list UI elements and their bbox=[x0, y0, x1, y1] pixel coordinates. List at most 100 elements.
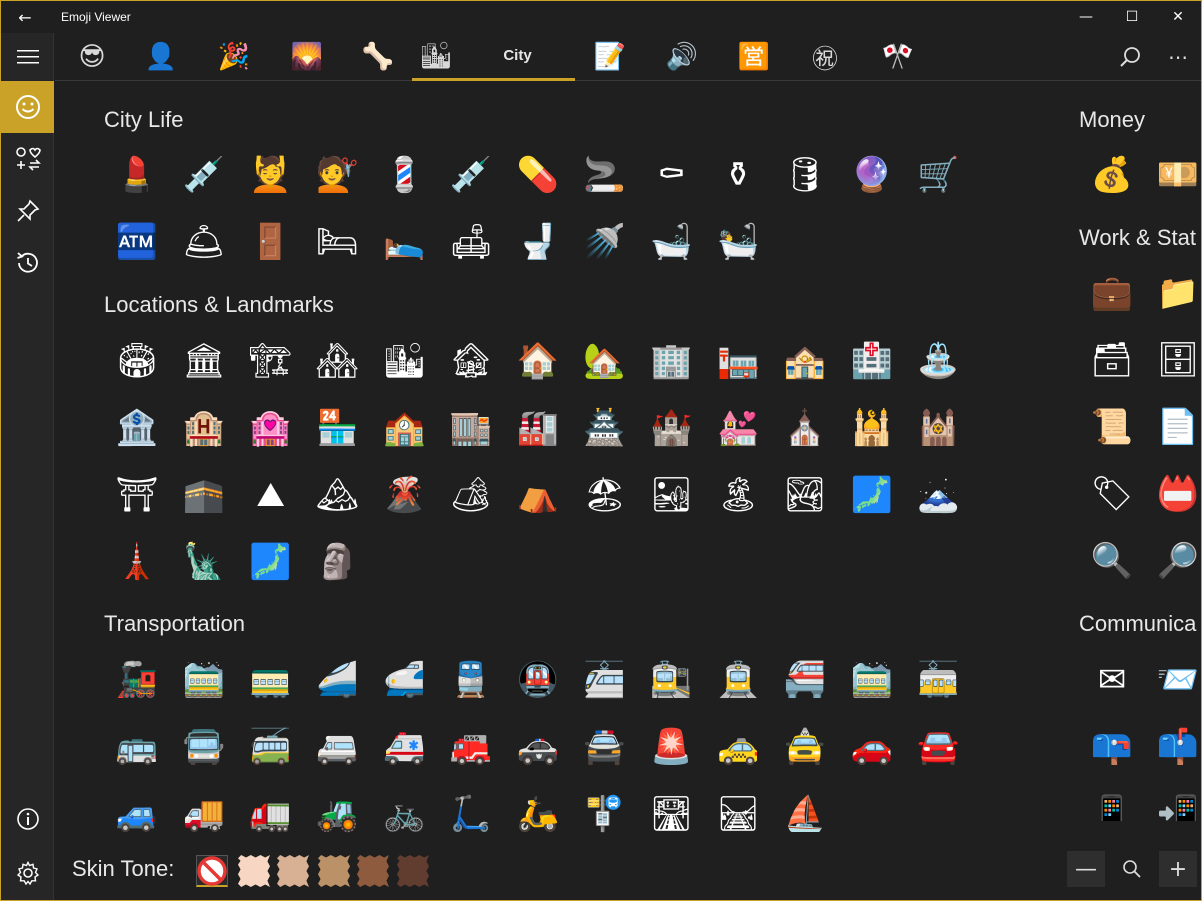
emoji-tile[interactable]: 🗻 bbox=[906, 461, 972, 528]
emoji-tile[interactable]: 📱 bbox=[1079, 780, 1145, 822]
emoji-tile[interactable]: 🛴 bbox=[438, 780, 504, 841]
emoji-tile[interactable]: 🌋 bbox=[371, 461, 437, 528]
emoji-tile[interactable]: 🏡 bbox=[572, 327, 638, 394]
emoji-tile[interactable]: 🏯 bbox=[572, 394, 638, 461]
zoom-out-button[interactable]: — bbox=[1067, 851, 1105, 887]
emoji-tile[interactable]: 🚈 bbox=[572, 646, 638, 713]
skin-tone-medium[interactable] bbox=[318, 855, 350, 887]
emoji-tile[interactable]: 💉 bbox=[438, 141, 504, 208]
emoji-tile[interactable]: 🏝 bbox=[705, 461, 771, 528]
emoji-tile[interactable]: 📄 bbox=[1145, 393, 1201, 460]
emoji-tile[interactable]: 🏚 bbox=[438, 327, 504, 394]
emoji-tile[interactable]: 🛵 bbox=[505, 780, 571, 841]
emoji-tile[interactable]: 🗽 bbox=[171, 528, 237, 595]
category-cjk-middle[interactable]: 🈺 bbox=[727, 33, 781, 81]
emoji-tile[interactable]: ⚱ bbox=[705, 141, 771, 208]
skin-tone-dark[interactable] bbox=[397, 855, 429, 887]
emoji-tile[interactable]: 🛀 bbox=[705, 208, 771, 275]
emoji-tile[interactable]: 🚽 bbox=[505, 208, 571, 275]
emoji-tile[interactable]: 🚅 bbox=[371, 646, 437, 713]
emoji-tile[interactable]: 📪 bbox=[1079, 713, 1145, 780]
emoji-tile[interactable]: 💈 bbox=[371, 141, 437, 208]
emoji-tile[interactable]: 🛒 bbox=[906, 141, 972, 208]
emoji-tile[interactable]: 🛣 bbox=[638, 780, 704, 841]
emoji-tile[interactable]: 📜 bbox=[1079, 393, 1145, 460]
emoji-tile[interactable]: 🚨 bbox=[638, 713, 704, 780]
skin-tone-none[interactable] bbox=[196, 855, 228, 887]
emoji-tile[interactable]: 🛤 bbox=[705, 780, 771, 841]
emoji-tile[interactable]: 🔍 bbox=[1079, 527, 1145, 594]
emoji-tile[interactable]: 🚇 bbox=[505, 646, 571, 713]
skin-tone-medium-dark[interactable] bbox=[357, 855, 389, 887]
emoji-tile[interactable]: 🏔 bbox=[304, 461, 370, 528]
emoji-tile[interactable]: 🚓 bbox=[505, 713, 571, 780]
emoji-tile[interactable]: 🏣 bbox=[705, 327, 771, 394]
emoji-tile[interactable]: ⛰ bbox=[238, 461, 304, 528]
emoji-tile[interactable]: 🚑 bbox=[371, 713, 437, 780]
skin-tone-light[interactable] bbox=[238, 855, 270, 887]
emoji-tile[interactable]: 🏪 bbox=[304, 394, 370, 461]
emoji-tile[interactable]: 🚗 bbox=[839, 713, 905, 780]
emoji-tile[interactable]: 🛌 bbox=[371, 208, 437, 275]
emoji-tile[interactable]: 🏢 bbox=[638, 327, 704, 394]
emoji-tile[interactable]: 🕋 bbox=[171, 461, 237, 528]
category-food[interactable]: 🦴 bbox=[351, 33, 405, 81]
emoji-tile[interactable]: 💊 bbox=[505, 141, 571, 208]
emoji-tile[interactable]: 🕌 bbox=[839, 394, 905, 461]
rail-pinned-button[interactable] bbox=[1, 187, 54, 235]
emoji-tile[interactable]: 🗼 bbox=[104, 528, 170, 595]
settings-button[interactable] bbox=[1, 849, 54, 897]
emoji-tile[interactable]: 🏥 bbox=[839, 327, 905, 394]
emoji-tile[interactable]: 💰 bbox=[1079, 141, 1145, 208]
emoji-tile[interactable]: 🏤 bbox=[772, 327, 838, 394]
category-city-tab[interactable]: City bbox=[460, 33, 575, 81]
emoji-tile[interactable]: 🏕 bbox=[438, 461, 504, 528]
zoom-in-button[interactable]: + bbox=[1159, 851, 1197, 887]
emoji-tile[interactable]: 📨 bbox=[1145, 646, 1201, 713]
emoji-tile[interactable]: 🚚 bbox=[171, 780, 237, 841]
emoji-tile[interactable]: 🗿 bbox=[304, 528, 370, 595]
emoji-tile[interactable]: 💄 bbox=[104, 141, 170, 208]
emoji-tile[interactable]: 🗃 bbox=[1079, 326, 1145, 393]
emoji-tile[interactable]: 🏭 bbox=[505, 394, 571, 461]
zoom-reset-button[interactable] bbox=[1113, 851, 1151, 887]
emoji-tile[interactable]: 🚙 bbox=[104, 780, 170, 841]
emoji-tile[interactable]: 🛏 bbox=[304, 208, 370, 275]
emoji-tile[interactable]: 🚖 bbox=[772, 713, 838, 780]
emoji-tile[interactable]: 🔮 bbox=[839, 141, 905, 208]
category-cjk-celebrate[interactable]: ㊗ bbox=[798, 33, 852, 81]
emoji-tile[interactable]: 🏷 bbox=[1079, 460, 1145, 527]
emoji-tile[interactable]: 🏖 bbox=[572, 461, 638, 528]
emoji-tile[interactable]: 🚉 bbox=[638, 646, 704, 713]
emoji-tile[interactable]: 💒 bbox=[705, 394, 771, 461]
emoji-tile[interactable]: 🛢 bbox=[772, 141, 838, 208]
emoji-tile[interactable]: 🏜 bbox=[638, 461, 704, 528]
category-people-face[interactable]: 😎 bbox=[65, 33, 119, 81]
search-button[interactable] bbox=[1107, 33, 1153, 81]
emoji-tile[interactable]: 🚎 bbox=[238, 713, 304, 780]
category-nature[interactable]: 🌄 bbox=[280, 33, 334, 81]
emoji-tile[interactable]: 🏦 bbox=[104, 394, 170, 461]
emoji-tile[interactable]: 🚪 bbox=[238, 208, 304, 275]
category-flags[interactable]: 🎌 bbox=[871, 33, 925, 81]
emoji-tile[interactable]: 🛁 bbox=[638, 208, 704, 275]
emoji-tile[interactable]: 🚏 bbox=[572, 780, 638, 841]
emoji-tile[interactable]: 🏨 bbox=[171, 394, 237, 461]
info-button[interactable] bbox=[1, 795, 54, 843]
emoji-tile[interactable]: 🚕 bbox=[705, 713, 771, 780]
category-people[interactable]: 👤 bbox=[134, 33, 188, 81]
emoji-tile[interactable]: 🛎 bbox=[171, 208, 237, 275]
emoji-tile[interactable]: 🚂 bbox=[104, 646, 170, 713]
emoji-tile[interactable]: ✉ bbox=[1079, 646, 1145, 713]
emoji-tile[interactable]: 🗾 bbox=[238, 528, 304, 595]
emoji-tile[interactable]: ⛪ bbox=[772, 394, 838, 461]
emoji-tile[interactable]: 🚿 bbox=[572, 208, 638, 275]
emoji-tile[interactable]: 🚲 bbox=[371, 780, 437, 841]
emoji-tile[interactable]: 🔎 bbox=[1145, 527, 1201, 594]
rail-symbols-button[interactable] bbox=[1, 135, 54, 183]
emoji-tile[interactable]: 💴 bbox=[1145, 141, 1201, 208]
emoji-tile[interactable]: ⛵ bbox=[772, 780, 838, 841]
emoji-tile[interactable]: 🚋 bbox=[906, 646, 972, 713]
emoji-tile[interactable]: 🚞 bbox=[171, 646, 237, 713]
emoji-tile[interactable]: 🚒 bbox=[438, 713, 504, 780]
